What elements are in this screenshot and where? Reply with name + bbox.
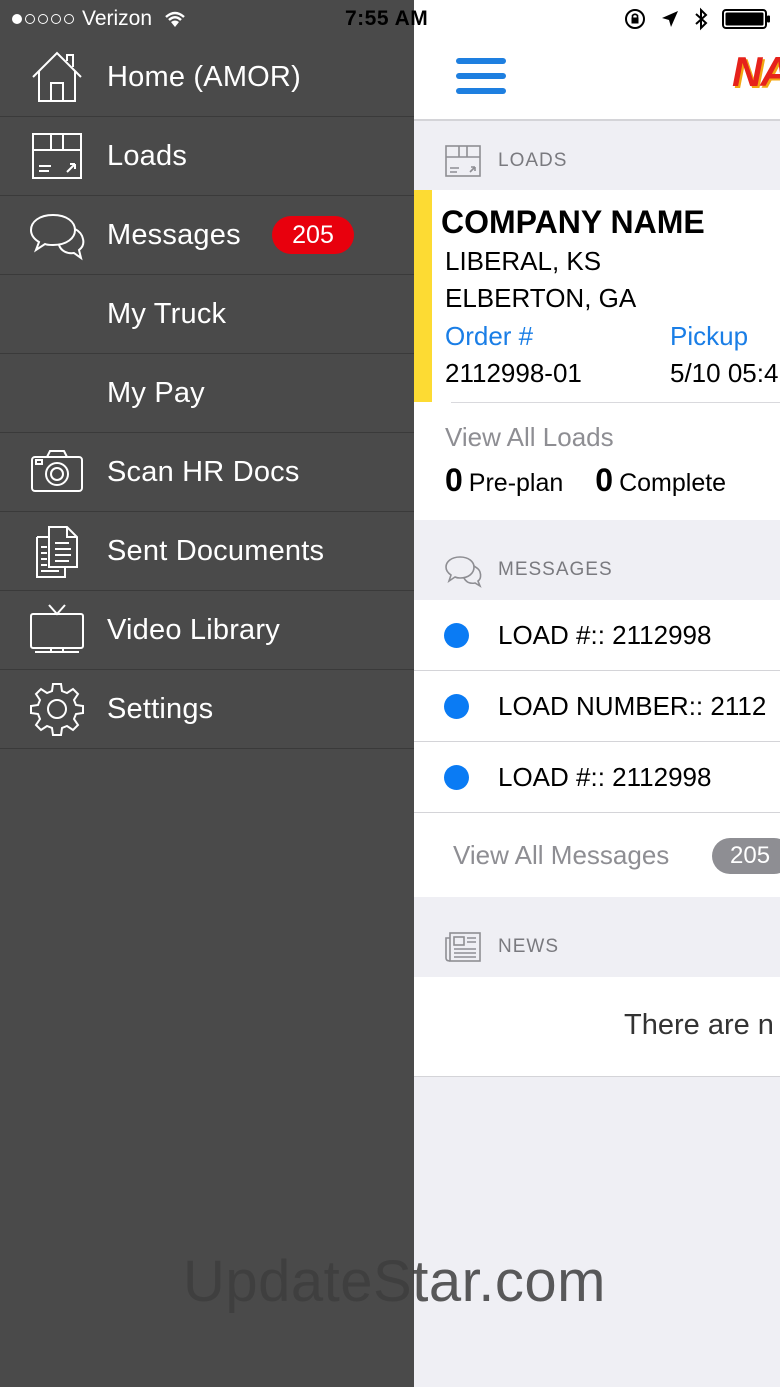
messages-count-badge: 205 bbox=[712, 838, 780, 874]
documents-icon bbox=[28, 522, 86, 580]
view-all-loads-link[interactable]: View All Loads bbox=[445, 422, 614, 453]
complete-label: Complete bbox=[619, 469, 727, 497]
news-section-header: NEWS bbox=[414, 912, 780, 982]
sidebar-item-label: Home (AMOR) bbox=[107, 60, 301, 93]
location-arrow-icon bbox=[662, 11, 678, 27]
chat-bubbles-icon bbox=[28, 206, 86, 264]
loads-section-title: LOADS bbox=[498, 150, 568, 171]
tv-icon bbox=[28, 601, 86, 659]
sidebar-item-messages[interactable]: Messages 205 bbox=[0, 196, 414, 275]
load-status-strip bbox=[414, 190, 432, 402]
status-bar: Verizon 7:55 AM bbox=[0, 0, 780, 40]
sidebar-item-video-library[interactable]: Video Library bbox=[0, 591, 414, 670]
pickup-label: Pickup bbox=[670, 321, 749, 351]
message-subject: LOAD #:: 2112998 bbox=[498, 619, 712, 650]
signal-strength-icon bbox=[12, 14, 74, 24]
message-subject: LOAD #:: 2112998 bbox=[498, 761, 712, 792]
sidebar-item-label: Messages bbox=[107, 218, 241, 251]
news-card: There are n bbox=[414, 977, 780, 1077]
messages-section-header: MESSAGES bbox=[414, 535, 780, 605]
orientation-lock-icon bbox=[625, 9, 645, 29]
brand-logo: NA bbox=[732, 48, 780, 95]
gear-icon bbox=[28, 680, 86, 738]
news-empty-message: There are n bbox=[624, 1009, 774, 1041]
sidebar-item-label: Loads bbox=[107, 139, 188, 172]
preplan-count: 0 bbox=[445, 462, 463, 498]
messages-count-badge: 205 bbox=[272, 216, 354, 254]
divider bbox=[451, 402, 780, 403]
complete-count: 0 bbox=[595, 462, 614, 498]
sidebar-item-scan-hr-docs[interactable]: Scan HR Docs bbox=[0, 433, 414, 512]
newspaper-icon bbox=[445, 932, 481, 962]
box-icon bbox=[28, 127, 86, 185]
sidebar-item-loads[interactable]: Loads bbox=[0, 117, 414, 196]
sidebar-item-settings[interactable]: Settings bbox=[0, 670, 414, 749]
order-number-value: 2112998-01 bbox=[445, 358, 582, 388]
battery-icon bbox=[722, 9, 770, 29]
hamburger-menu-button[interactable] bbox=[456, 58, 506, 96]
sidebar-item-my-pay[interactable]: My Pay bbox=[0, 354, 414, 433]
sidebar-item-label: Settings bbox=[107, 692, 214, 725]
message-row[interactable]: LOAD NUMBER:: 2112 bbox=[414, 671, 780, 742]
message-subject: LOAD NUMBER:: 2112 bbox=[498, 690, 767, 721]
news-section-title: NEWS bbox=[498, 936, 559, 957]
chat-bubbles-icon bbox=[445, 556, 482, 588]
message-row[interactable]: LOAD #:: 2112998 bbox=[414, 600, 780, 671]
menu-list: Home (AMOR) Loads Messages 205 My Truck … bbox=[0, 38, 414, 749]
wifi-icon bbox=[165, 11, 185, 27]
bluetooth-icon bbox=[695, 7, 708, 31]
loads-section-header: LOADS bbox=[414, 126, 780, 196]
unread-dot-icon bbox=[444, 622, 469, 648]
sidebar-item-label: Scan HR Docs bbox=[107, 455, 300, 488]
sidebar-menu: Home (AMOR) Loads Messages 205 My Truck … bbox=[0, 0, 414, 1387]
view-all-messages-link[interactable]: View All Messages bbox=[453, 840, 669, 871]
sidebar-item-label: My Truck bbox=[107, 297, 227, 330]
origin-city: LIBERAL, KS bbox=[445, 246, 602, 276]
sidebar-item-label: Video Library bbox=[107, 613, 280, 646]
message-row[interactable]: LOAD #:: 2112998 bbox=[414, 742, 780, 813]
messages-list: LOAD #:: 2112998 LOAD NUMBER:: 2112 LOAD… bbox=[414, 600, 780, 897]
box-icon bbox=[445, 145, 481, 177]
carrier-label: Verizon bbox=[82, 7, 153, 30]
destination-city: ELBERTON, GA bbox=[445, 283, 637, 313]
order-number-label: Order # bbox=[445, 321, 534, 351]
dashboard-panel: NA LOADS COMPANY NAME LIBERAL, KS ELBERT… bbox=[414, 0, 780, 1387]
messages-section-title: MESSAGES bbox=[498, 559, 613, 580]
status-left: Verizon bbox=[12, 7, 188, 31]
sidebar-item-sent-documents[interactable]: Sent Documents bbox=[0, 512, 414, 591]
company-name: COMPANY NAME bbox=[441, 204, 705, 240]
status-time: 7:55 AM bbox=[345, 7, 429, 30]
pickup-value: 5/10 05:4 bbox=[670, 358, 779, 388]
preplan-label: Pre-plan bbox=[468, 469, 564, 497]
unread-dot-icon bbox=[444, 693, 469, 719]
sidebar-item-home[interactable]: Home (AMOR) bbox=[0, 38, 414, 117]
home-icon bbox=[28, 48, 86, 106]
sidebar-item-label: Sent Documents bbox=[107, 534, 325, 567]
sidebar-item-label: My Pay bbox=[107, 376, 205, 409]
sidebar-item-my-truck[interactable]: My Truck bbox=[0, 275, 414, 354]
unread-dot-icon bbox=[444, 764, 469, 790]
camera-icon bbox=[28, 443, 86, 501]
load-counts: 0 Pre-plan 0 Complete bbox=[445, 462, 758, 499]
status-right bbox=[624, 7, 772, 31]
watermark: UpdateStar.com bbox=[183, 1249, 606, 1314]
